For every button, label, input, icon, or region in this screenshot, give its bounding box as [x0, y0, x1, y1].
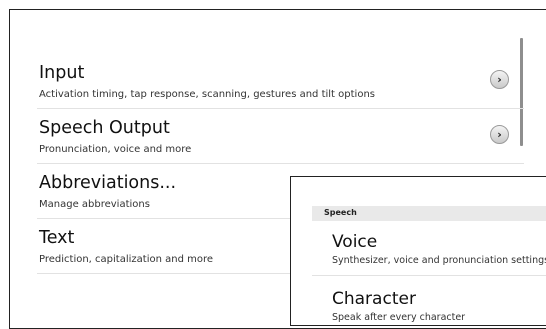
speech-settings-panel: Speech Voice Synthesizer, voice and pron… — [290, 176, 546, 326]
item-subtitle: Manage abbreviations — [39, 199, 150, 210]
item-title: Speech Output — [39, 118, 170, 138]
speech-item-voice[interactable]: Voice Synthesizer, voice and pronunciati… — [332, 232, 546, 266]
item-subtitle: Speak after every character — [332, 312, 466, 323]
item-title: Character — [332, 289, 416, 309]
item-title: Voice — [332, 232, 378, 252]
item-title: Input — [39, 63, 85, 83]
item-subtitle: Pronunciation, voice and more — [39, 144, 192, 155]
settings-item-speech-output[interactable]: Speech Output Pronunciation, voice and m… — [37, 109, 524, 164]
item-subtitle: Prediction, capitalization and more — [39, 254, 213, 265]
item-title: Text — [39, 228, 75, 248]
divider — [312, 275, 546, 276]
item-title: Abbreviations... — [39, 173, 177, 193]
speech-item-character[interactable]: Character Speak after every character — [332, 289, 465, 323]
chevron-right-icon[interactable]: › — [490, 125, 509, 144]
section-header-label: Speech — [324, 208, 357, 217]
item-subtitle: Synthesizer, voice and pronunciation set… — [332, 255, 546, 266]
section-header: Speech — [312, 206, 546, 221]
chevron-right-icon[interactable]: › — [490, 70, 509, 89]
item-subtitle: Activation timing, tap response, scannin… — [39, 89, 375, 100]
settings-item-input[interactable]: Input Activation timing, tap response, s… — [37, 54, 524, 109]
